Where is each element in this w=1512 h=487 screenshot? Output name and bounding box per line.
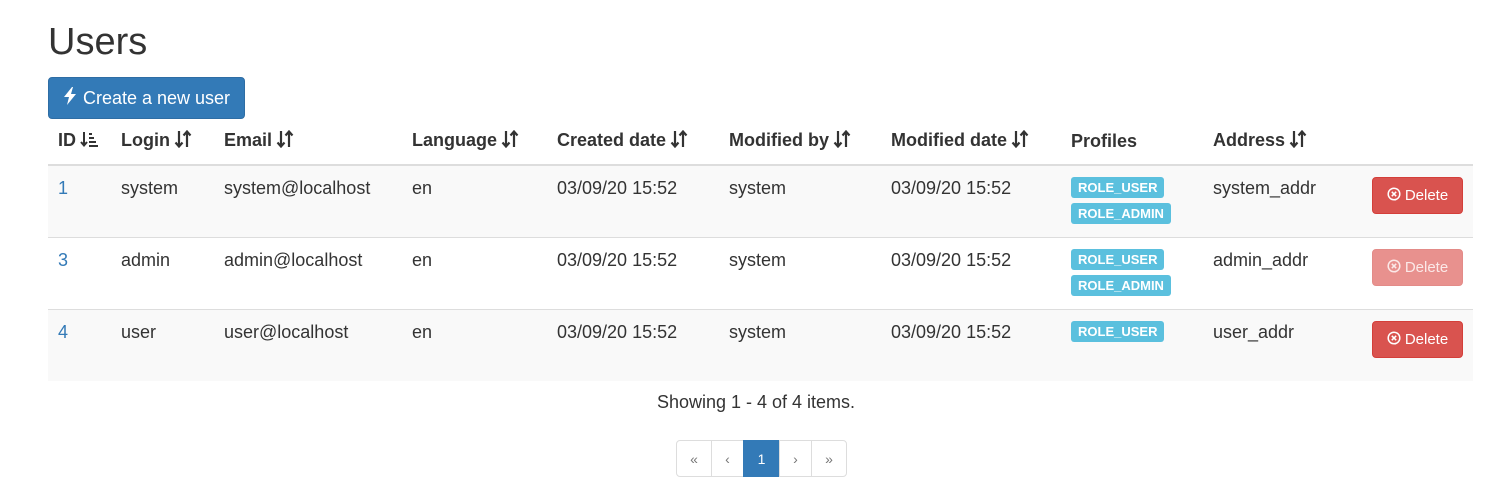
profile-badge: ROLE_USER	[1071, 249, 1165, 270]
profile-badge: ROLE_ADMIN	[1071, 203, 1171, 224]
sort-icon	[501, 129, 519, 153]
language-cell: en	[402, 309, 547, 381]
profiles-cell: ROLE_USER ROLE_ADMIN	[1071, 248, 1193, 300]
page-title: Users	[48, 21, 148, 63]
times-circle-icon	[1387, 186, 1401, 205]
profile-badge: ROLE_USER	[1071, 321, 1165, 342]
delete-label: Delete	[1404, 259, 1449, 276]
sort-icon	[174, 129, 192, 153]
table-row: 1 system system@localhost en 03/09/20 15…	[48, 165, 1473, 238]
profile-badge: ROLE_USER	[1071, 177, 1165, 198]
column-header-language[interactable]: Language	[402, 118, 547, 166]
modified-by-cell: system	[719, 309, 881, 381]
address-cell: system_addr	[1213, 178, 1317, 198]
table-row: 4 user user@localhost en 03/09/20 15:52 …	[48, 309, 1473, 381]
profiles-cell: ROLE_USER	[1071, 320, 1193, 346]
language-cell: en	[412, 178, 433, 198]
column-header-login[interactable]: Login	[111, 118, 214, 166]
column-header-id[interactable]: ID	[48, 118, 111, 166]
modified-date-cell: 03/09/20 15:52	[881, 309, 1061, 381]
address-cell: admin_addr	[1203, 237, 1362, 310]
created-date-cell: 03/09/20 15:52	[547, 237, 719, 310]
profiles-cell: ROLE_USER ROLE_ADMIN	[1071, 176, 1193, 228]
modified-by-cell: system	[719, 237, 881, 310]
delete-label: Delete	[1404, 187, 1449, 204]
previous-page-button[interactable]: ‹	[711, 440, 744, 477]
sort-icon	[1011, 129, 1029, 153]
table-header-row: ID Login Email Language Created date Mod…	[48, 118, 1473, 166]
login-cell: system	[121, 178, 179, 198]
times-circle-icon	[1387, 330, 1401, 349]
create-user-label: Create a new user	[82, 87, 231, 108]
last-page-button[interactable]: »	[811, 440, 847, 477]
email-cell: system@localhost	[224, 178, 371, 198]
current-page-button[interactable]: 1	[743, 440, 780, 477]
sort-icon	[1289, 129, 1307, 153]
delete-button[interactable]: Delete	[1372, 177, 1463, 214]
create-user-button[interactable]: Create a new user	[48, 77, 245, 119]
first-page-button[interactable]: «	[676, 440, 712, 477]
pagination: « ‹ 1 › »	[676, 440, 847, 477]
sort-icon	[833, 129, 851, 153]
sort-icon	[670, 129, 688, 153]
bolt-icon	[63, 86, 77, 110]
address-cell: user_addr	[1203, 309, 1362, 381]
email-cell: user@localhost	[214, 309, 402, 381]
user-id-link[interactable]: 1	[58, 178, 68, 198]
times-circle-icon	[1387, 258, 1401, 277]
column-header-created-date[interactable]: Created date	[547, 118, 719, 166]
column-header-modified-by[interactable]: Modified by	[719, 118, 881, 166]
delete-label: Delete	[1404, 331, 1449, 348]
login-cell: admin	[111, 237, 214, 310]
user-id-link[interactable]: 3	[58, 250, 68, 270]
email-cell: admin@localhost	[214, 237, 402, 310]
users-table: ID Login Email Language Created date Mod…	[48, 118, 1473, 381]
sort-icon	[276, 129, 294, 153]
created-date-cell: 03/09/20 15:52	[547, 309, 719, 381]
table-row: 3 admin admin@localhost en 03/09/20 15:5…	[48, 237, 1473, 310]
delete-button[interactable]: Delete	[1372, 321, 1463, 358]
column-header-actions	[1362, 118, 1473, 166]
profile-badge: ROLE_ADMIN	[1071, 275, 1171, 296]
column-header-email[interactable]: Email	[214, 118, 402, 166]
items-summary: Showing 1 - 4 of 4 items.	[656, 392, 856, 412]
column-header-address[interactable]: Address	[1203, 118, 1362, 166]
language-cell: en	[402, 237, 547, 310]
modified-date-cell: 03/09/20 15:52	[881, 237, 1061, 310]
login-cell: user	[111, 309, 214, 381]
sort-amount-down-icon	[80, 130, 98, 153]
created-date-cell: 03/09/20 15:52	[557, 178, 678, 198]
column-header-profiles: Profiles	[1061, 118, 1203, 166]
modified-by-cell: system	[729, 178, 787, 198]
next-page-button[interactable]: ›	[779, 440, 812, 477]
column-header-modified-date[interactable]: Modified date	[881, 118, 1061, 166]
modified-date-cell: 03/09/20 15:52	[891, 178, 1012, 198]
delete-button-disabled: Delete	[1372, 249, 1463, 286]
user-id-link[interactable]: 4	[58, 322, 68, 342]
